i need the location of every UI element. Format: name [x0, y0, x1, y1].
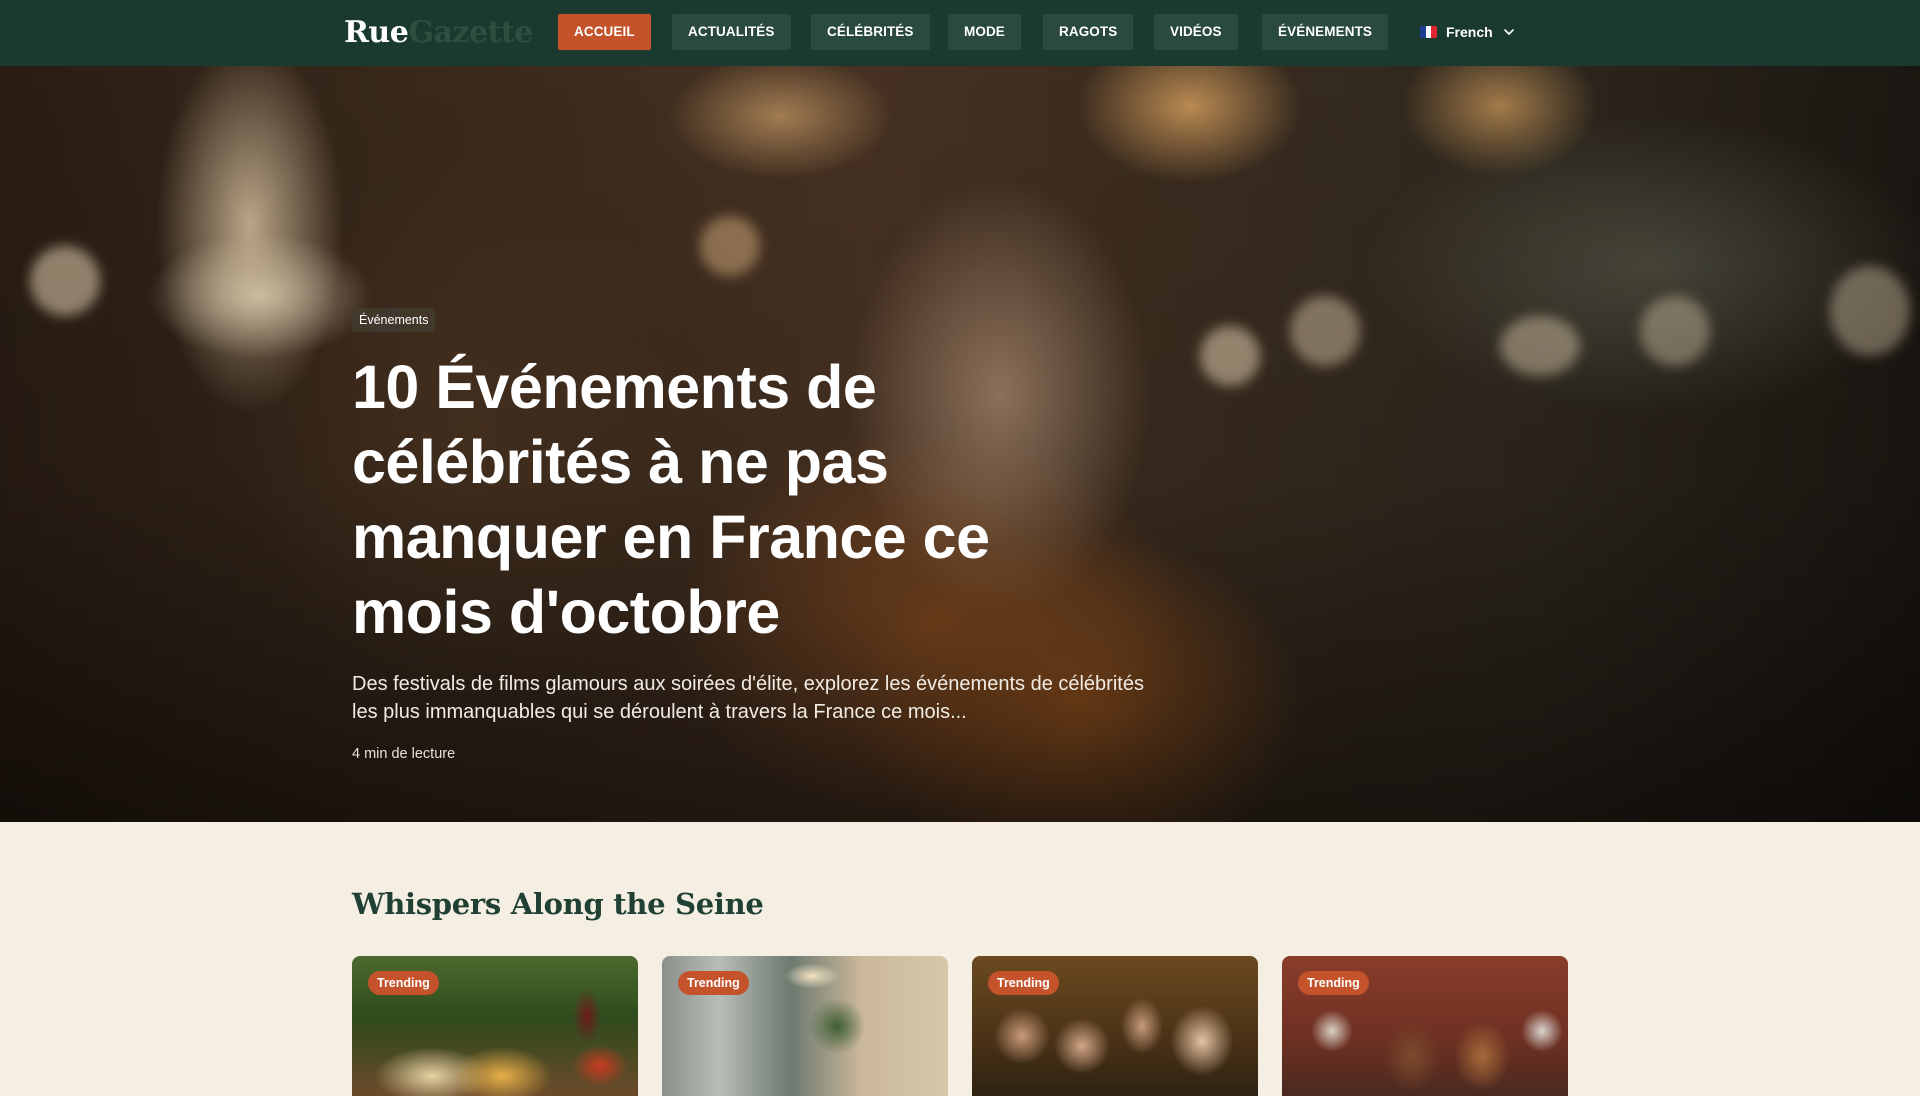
flag-fr-icon	[1420, 26, 1437, 38]
hero-category-badge[interactable]: Événements	[352, 308, 436, 332]
nav-item-mode[interactable]: Mode	[948, 14, 1021, 50]
hero-subtitle: Des festivals de films glamours aux soir…	[352, 673, 1144, 723]
nav-item-evenements[interactable]: Événements	[1262, 14, 1389, 50]
hero-content: Événements 10 Événements de célébrités à…	[352, 302, 1152, 762]
logo-text-rue: Rue	[344, 15, 409, 50]
language-selector[interactable]: French	[1420, 14, 1516, 50]
nav-item-videos[interactable]: Vidéos	[1154, 14, 1238, 50]
trending-badge: Trending	[1298, 971, 1369, 995]
article-card[interactable]: Trending	[662, 956, 948, 1096]
chevron-down-icon	[1503, 29, 1514, 35]
hero-banner[interactable]: Événements 10 Événements de célébrités à…	[0, 66, 1920, 822]
nav-item-celebrites[interactable]: Célébrités	[811, 14, 930, 50]
site-logo[interactable]: RueGazette	[344, 13, 533, 53]
article-card[interactable]: Trending	[972, 956, 1258, 1096]
nav-item-actualites[interactable]: Actualités	[672, 14, 791, 50]
hero-title[interactable]: 10 Événements de célébrités à ne pas man…	[352, 350, 1112, 650]
article-card[interactable]: Trending	[1282, 956, 1568, 1096]
nav-item-accueil[interactable]: Accueil	[558, 14, 651, 50]
top-navigation: RueGazette Accueil Actualités Célébrités…	[0, 0, 1920, 66]
nav-item-ragots[interactable]: Ragots	[1043, 14, 1134, 50]
hero-read-time: 4 min de lecture	[352, 746, 456, 762]
trending-badge: Trending	[368, 971, 439, 995]
language-label: French	[1446, 24, 1493, 40]
trending-badge: Trending	[678, 971, 749, 995]
section-title: Whispers Along the Seine	[352, 887, 764, 921]
trending-badge: Trending	[988, 971, 1059, 995]
logo-text-gazette: Gazette	[408, 15, 533, 50]
article-card[interactable]: Trending	[352, 956, 638, 1096]
